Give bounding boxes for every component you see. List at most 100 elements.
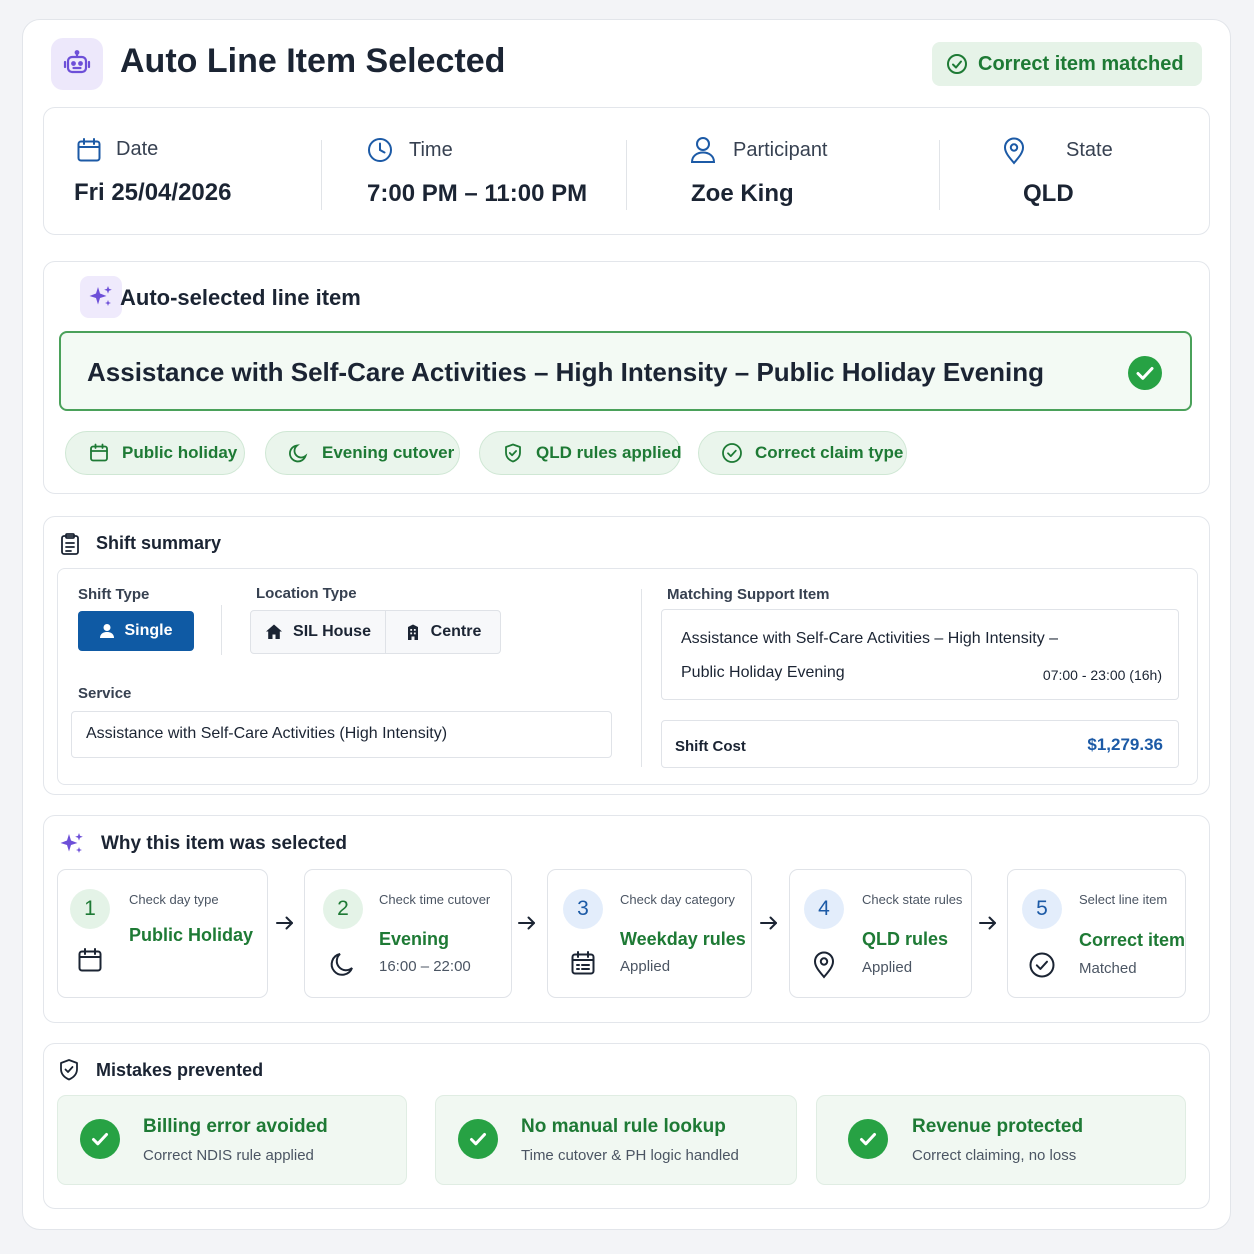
service-label: Service	[78, 685, 132, 702]
calendar-icon	[88, 442, 110, 464]
location-centre-option[interactable]: Centre	[385, 610, 501, 654]
clock-icon	[366, 136, 394, 164]
mistake-card-billing: Billing error avoided Correct NDIS rule …	[57, 1095, 407, 1185]
arrow-right-icon	[759, 916, 779, 930]
location-option-label: SIL House	[293, 623, 371, 640]
tag-label: Evening cutover	[322, 443, 455, 462]
tag-label: Correct claim type	[755, 443, 904, 462]
state-value: QLD	[1023, 180, 1074, 207]
location-type-label: Location Type	[256, 585, 357, 602]
tag-public-holiday: Public holiday	[65, 431, 245, 475]
step-detail: 16:00 – 22:00	[379, 958, 471, 975]
participant-value: Zoe King	[691, 180, 794, 207]
step-check-time-cutover: 2 Check time cutover Evening 16:00 – 22:…	[304, 869, 512, 998]
shift-info-bar: Date Fri 25/04/2026 Time 7:00 PM – 11:00…	[43, 107, 1210, 235]
calendar-icon	[76, 946, 104, 974]
shield-check-icon	[502, 442, 524, 464]
shield-check-icon	[58, 1058, 80, 1082]
clipboard-icon	[59, 532, 81, 556]
matching-support-label: Matching Support Item	[667, 586, 830, 603]
shift-cost-row: Shift Cost $1,279.36	[661, 720, 1179, 768]
shift-summary-inner: Shift Type Single Location Type SIL Hous…	[57, 568, 1198, 785]
check-circle-icon	[1127, 355, 1163, 391]
divider	[641, 589, 642, 767]
moon-icon	[329, 950, 357, 978]
step-label: Select line item	[1079, 892, 1168, 907]
mistake-card-revenue: Revenue protected Correct claiming, no l…	[816, 1095, 1186, 1185]
check-circle-icon	[1028, 951, 1056, 979]
arrow-right-icon	[517, 916, 537, 930]
step-value: QLD rules	[862, 929, 949, 949]
sparkle-icon	[80, 276, 122, 318]
matching-item-line2: Public Holiday Evening	[681, 664, 845, 681]
service-value: Assistance with Self-Care Activities (Hi…	[86, 725, 448, 742]
tag-label: Public holiday	[122, 443, 238, 462]
step-check-state-rules: 4 Check state rules QLD rules Applied	[789, 869, 972, 998]
step-number: 3	[563, 889, 603, 929]
step-detail: Matched	[1079, 960, 1137, 977]
date-info: Date Fri 25/04/2026	[44, 108, 324, 234]
step-number: 1	[70, 889, 110, 929]
step-value: Public Holiday	[129, 925, 254, 945]
check-icon	[458, 1119, 498, 1159]
step-number: 5	[1022, 889, 1062, 929]
shift-summary-panel: Shift summary Shift Type Single Location…	[43, 516, 1210, 795]
selected-line-item-text: Assistance with Self-Care Activities – H…	[87, 357, 1044, 387]
step-label: Check state rules	[862, 892, 963, 907]
time-label: Time	[409, 139, 453, 161]
location-option-label: Centre	[430, 623, 482, 640]
step-label: Check time cutover	[379, 892, 491, 907]
shift-type-label: Shift Type	[78, 586, 150, 603]
match-status-badge: Correct item matched	[932, 42, 1202, 86]
divider	[939, 140, 940, 210]
mistake-detail: Correct NDIS rule applied	[143, 1147, 314, 1164]
moon-icon	[288, 442, 310, 464]
location-sil-house-option[interactable]: SIL House	[250, 610, 386, 654]
shift-cost-value: $1,279.36	[1087, 735, 1163, 754]
location-pin-icon	[1000, 135, 1028, 165]
step-value: Evening	[379, 929, 450, 949]
tag-correct-claim-type: Correct claim type	[698, 431, 907, 475]
shift-cost-label: Shift Cost	[675, 738, 746, 755]
why-selected-title: Why this item was selected	[101, 833, 348, 854]
time-info: Time 7:00 PM – 11:00 PM	[324, 108, 629, 234]
auto-selected-panel: Auto-selected line item Assistance with …	[43, 261, 1210, 494]
state-info: State QLD	[942, 108, 1202, 234]
step-number: 2	[323, 889, 363, 929]
main-card: Auto Line Item Selected Correct item mat…	[22, 19, 1231, 1230]
date-value: Fri 25/04/2026	[74, 179, 232, 206]
user-icon	[689, 135, 717, 165]
building-icon	[405, 623, 421, 641]
check-circle-icon	[946, 53, 968, 75]
tag-label: QLD rules applied	[536, 443, 682, 462]
step-detail: Applied	[862, 959, 913, 976]
step-value: Weekday rules	[620, 929, 746, 949]
page-title: Auto Line Item Selected	[120, 42, 506, 80]
shift-type-single-button[interactable]: Single	[78, 611, 194, 651]
tag-qld-rules: QLD rules applied	[479, 431, 681, 475]
why-selected-panel: Why this item was selected 1 Check day t…	[43, 815, 1210, 1023]
participant-info: Participant Zoe King	[629, 108, 939, 234]
mistakes-prevented-panel: Mistakes prevented Billing error avoided…	[43, 1043, 1210, 1209]
selected-line-item[interactable]: Assistance with Self-Care Activities – H…	[59, 331, 1192, 411]
participant-label: Participant	[733, 139, 828, 161]
check-icon	[848, 1119, 888, 1159]
step-check-day-type: 1 Check day type Public Holiday	[57, 869, 268, 998]
mistake-title: Revenue protected	[912, 1116, 1084, 1137]
matching-item-time: 07:00 - 23:00 (16h)	[1042, 667, 1162, 683]
mistake-detail: Time cutover & PH logic handled	[521, 1147, 739, 1164]
divider	[626, 140, 627, 210]
shift-summary-title: Shift summary	[96, 533, 222, 553]
arrow-right-icon	[275, 916, 295, 930]
sparkle-icon	[59, 831, 85, 857]
step-select-line-item: 5 Select line item Correct item Matched	[1007, 869, 1186, 998]
step-number: 4	[804, 889, 844, 929]
tag-evening-cutover: Evening cutover	[265, 431, 460, 475]
matching-item-line1: Assistance with Self-Care Activities – H…	[681, 630, 1059, 647]
home-icon	[265, 623, 283, 641]
user-icon	[99, 623, 115, 639]
service-field[interactable]: Assistance with Self-Care Activities (Hi…	[71, 711, 612, 758]
step-check-day-category: 3 Check day category Weekday rules Appli…	[547, 869, 752, 998]
step-value: Correct item	[1079, 930, 1186, 950]
calendar-list-icon	[569, 949, 597, 977]
